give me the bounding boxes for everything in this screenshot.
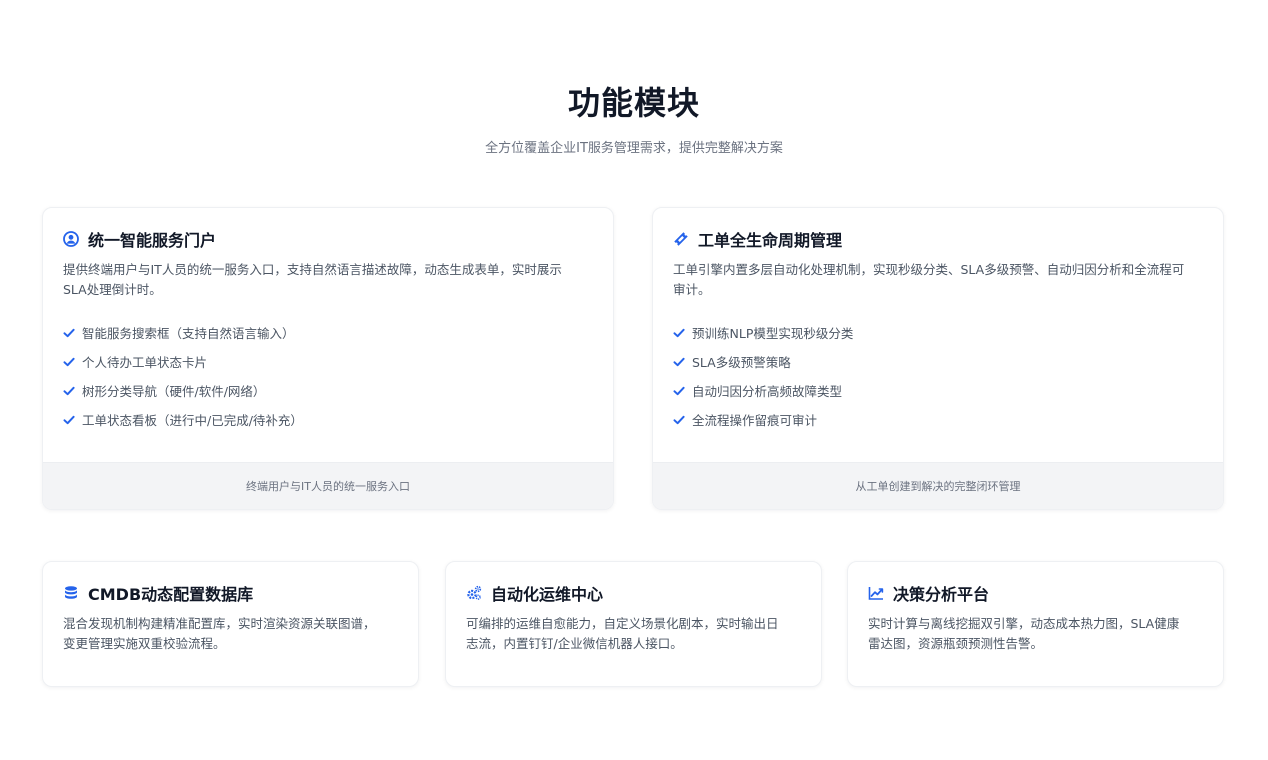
check-icon [63,385,75,397]
section-subtitle: 全方位覆盖企业IT服务管理需求，提供完整解决方案 [485,141,783,156]
feature-text: 智能服务搜索框（支持自然语言输入） [82,326,295,341]
database-icon [63,585,79,601]
card-description: 可编排的运维自愈能力，自定义场景化剧本，实时输出日志流，内置钉钉/企业微信机器人… [466,616,779,651]
feature-text: SLA多级预警策略 [692,355,791,370]
feature-text: 自动归因分析高频故障类型 [692,384,843,399]
feature-text: 全流程操作留痕可审计 [692,413,818,428]
feature-item: 自动归因分析高频故障类型 [673,376,1203,405]
card-description: 工单引擎内置多层自动化处理机制，实现秒级分类、SLA多级预警、自动归因分析和全流… [673,262,1185,297]
feature-item: 树形分类导航（硬件/软件/网络） [63,376,593,405]
features-section: 功能模块 全方位覆盖企业IT服务管理需求，提供完整解决方案 统一智能服务门户 提… [0,0,1268,760]
card-title: 决策分析平台 [893,585,990,604]
module-card-automation: 自动化运维中心 可编排的运维自愈能力，自定义场景化剧本，实时输出日志流，内置钉钉… [445,561,822,687]
feature-item: 全流程操作留痕可审计 [673,405,1203,434]
line-chart-icon [868,585,884,601]
feature-text: 个人待办工单状态卡片 [82,355,208,370]
check-icon [673,327,685,339]
feature-item: SLA多级预警策略 [673,347,1203,376]
card-description: 提供终端用户与IT人员的统一服务入口，支持自然语言描述故障，动态生成表单，实时展… [63,262,562,297]
card-title: 工单全生命周期管理 [698,231,843,250]
feature-text: 工单状态看板（进行中/已完成/待补充） [82,413,303,428]
card-footer: 从工单创建到解决的完整闭环管理 [653,462,1223,509]
module-card-cmdb: CMDB动态配置数据库 混合发现机制构建精准配置库，实时渲染资源关联图谱，变更管… [42,561,419,687]
card-title: 统一智能服务门户 [88,231,217,250]
module-card-analytics: 决策分析平台 实时计算与离线挖掘双引擎，动态成本热力图，SLA健康雷达图，资源瓶… [847,561,1224,687]
feature-item: 智能服务搜索框（支持自然语言输入） [63,318,593,347]
card-title: CMDB动态配置数据库 [88,585,254,604]
check-icon [673,356,685,368]
gears-icon [466,585,482,601]
feature-item: 个人待办工单状态卡片 [63,347,593,376]
check-icon [63,356,75,368]
feature-text: 预训练NLP模型实现秒级分类 [692,326,854,341]
ticket-icon [673,231,689,247]
feature-text: 树形分类导航（硬件/软件/网络） [82,384,266,399]
check-icon [63,414,75,426]
card-description: 实时计算与离线挖掘双引擎，动态成本热力图，SLA健康雷达图，资源瓶颈预测性告警。 [868,616,1180,651]
user-circle-icon [63,231,79,247]
card-title: 自动化运维中心 [491,585,604,604]
module-card-ticket-lifecycle: 工单全生命周期管理 工单引擎内置多层自动化处理机制，实现秒级分类、SLA多级预警… [652,207,1224,510]
section-title: 功能模块 [567,84,700,122]
module-card-service-portal: 统一智能服务门户 提供终端用户与IT人员的统一服务入口，支持自然语言描述故障，动… [42,207,614,510]
card-description: 混合发现机制构建精准配置库，实时渲染资源关联图谱，变更管理实施双重校验流程。 [63,616,376,651]
feature-item: 工单状态看板（进行中/已完成/待补充） [63,405,593,434]
feature-item: 预训练NLP模型实现秒级分类 [673,318,1203,347]
check-icon [63,327,75,339]
feature-list: 智能服务搜索框（支持自然语言输入） 个人待办工单状态卡片 树形分类导航（硬件/软… [63,318,593,434]
check-icon [673,414,685,426]
card-footer: 终端用户与IT人员的统一服务入口 [43,462,613,509]
feature-list: 预训练NLP模型实现秒级分类 SLA多级预警策略 自动归因分析高频故障类型 全流… [673,318,1203,434]
check-icon [673,385,685,397]
